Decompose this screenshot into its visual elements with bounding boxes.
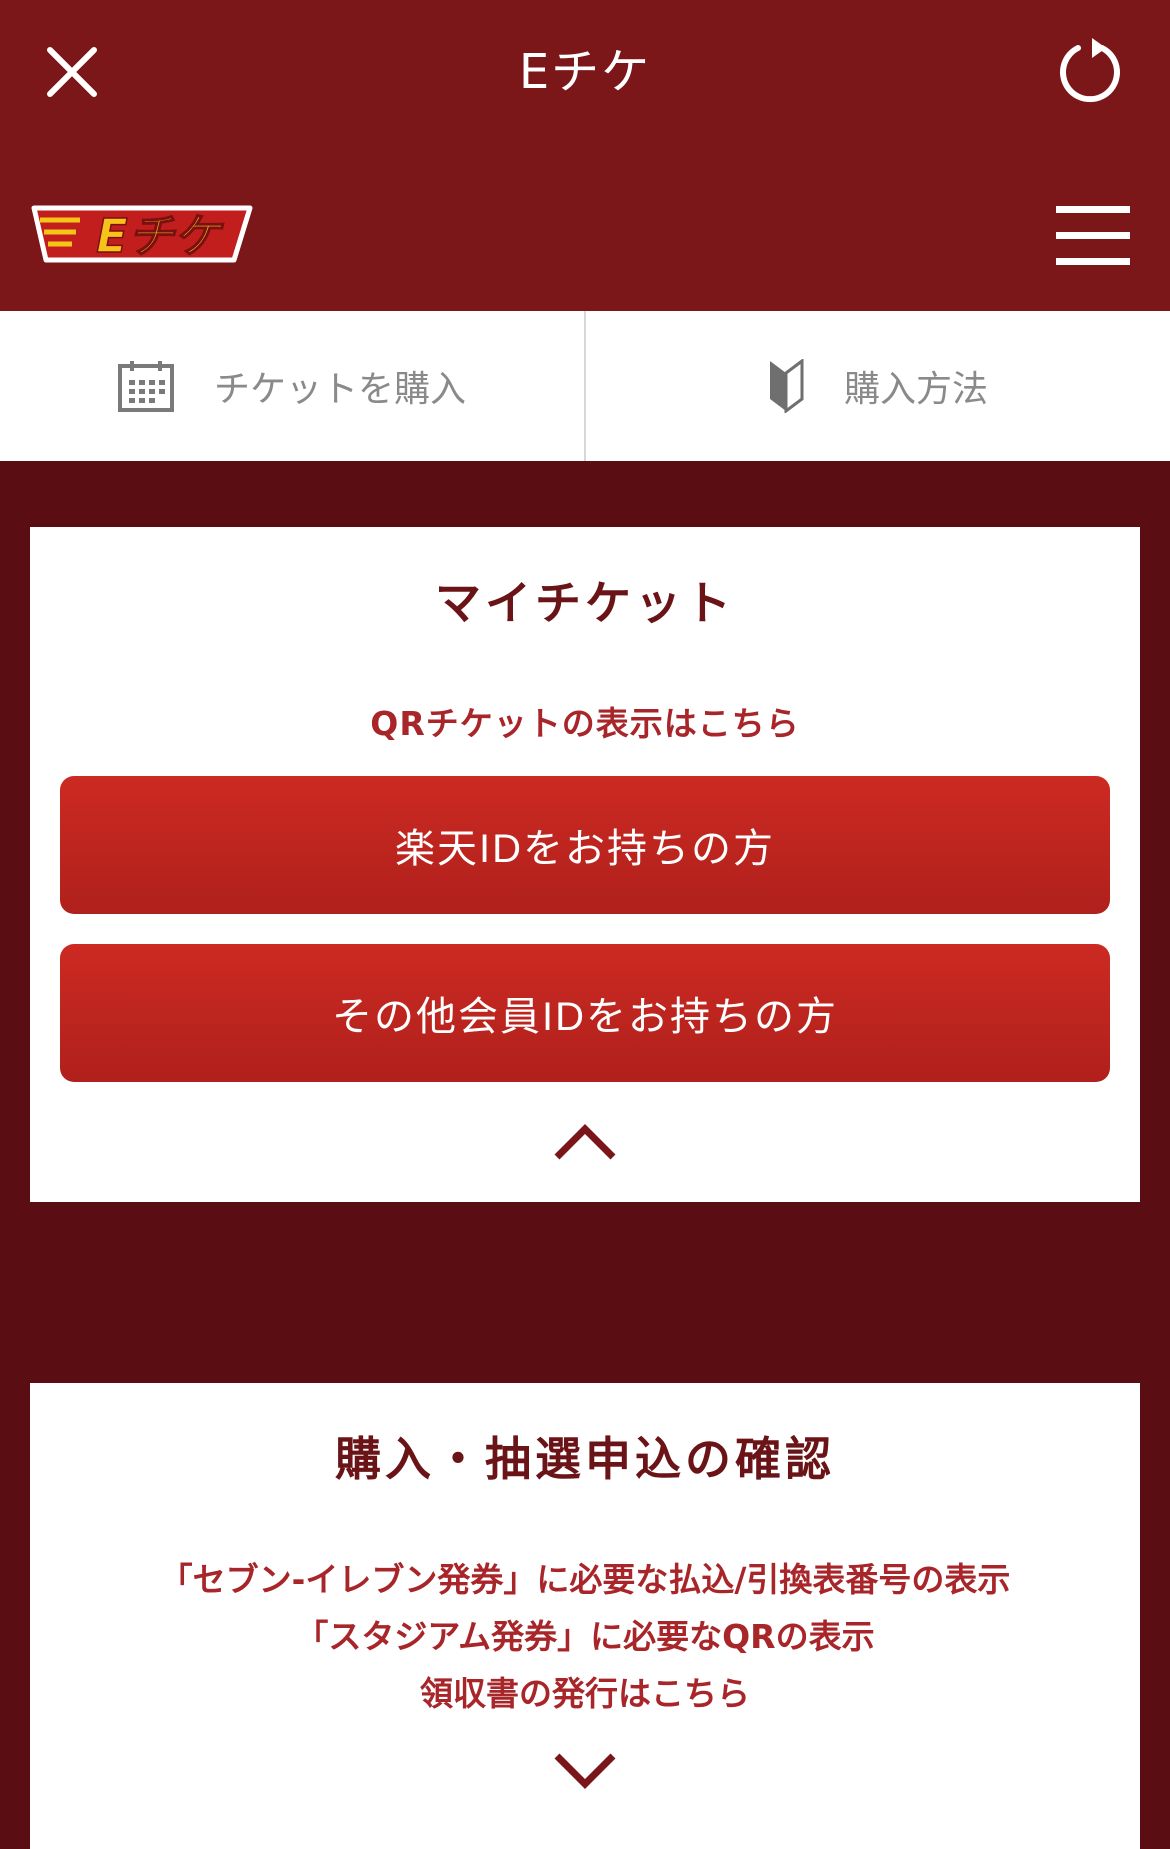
- beginner-mark-icon: [769, 359, 804, 413]
- nav-how-to-buy-label: 購入方法: [843, 369, 988, 410]
- purchase-confirm-info: 「セブン-イレブン発券」に必要な払込/引換表番号の表示 「スタジアム発券」に必要…: [30, 1551, 1140, 1722]
- app-header: Eチケ Eチケ: [0, 0, 1170, 311]
- calendar-icon: [117, 361, 174, 412]
- receipt-info-line[interactable]: 領収書の発行はこちら: [30, 1665, 1140, 1722]
- my-ticket-title: マイチケット: [435, 576, 735, 630]
- purchase-confirm-card: 購入・抽選申込の確認 「セブン-イレブン発券」に必要な払込/引換表番号の表示 「…: [30, 1383, 1140, 1849]
- nav-buy-ticket-label: チケットを購入: [213, 369, 466, 410]
- reload-icon[interactable]: [1058, 36, 1126, 104]
- nav-bar: チケットを購入 購入方法: [0, 311, 1170, 461]
- stadium-qr-info-line[interactable]: 「スタジアム発券」に必要なQRの表示: [30, 1608, 1140, 1665]
- other-member-id-button[interactable]: その他会員IDをお持ちの方: [60, 944, 1110, 1082]
- nav-how-to-buy[interactable]: 購入方法: [586, 311, 1170, 461]
- seven-eleven-info-line[interactable]: 「セブン-イレブン発券」に必要な払込/引換表番号の表示: [30, 1551, 1140, 1608]
- echike-logo[interactable]: Eチケ: [28, 198, 256, 270]
- chevron-down-icon[interactable]: [553, 1750, 617, 1794]
- purchase-confirm-title: 購入・抽選申込の確認: [335, 1432, 835, 1486]
- qr-ticket-link[interactable]: QRチケットの表示はこちら: [30, 697, 1140, 745]
- hamburger-menu-icon[interactable]: [1052, 202, 1134, 268]
- my-ticket-card: マイチケット QRチケットの表示はこちら 楽天IDをお持ちの方 その他会員IDを…: [30, 527, 1140, 1202]
- rakuten-id-button[interactable]: 楽天IDをお持ちの方: [60, 776, 1110, 914]
- logo-text: Eチケ: [96, 209, 224, 263]
- page-title: Eチケ: [518, 44, 652, 100]
- chevron-up-icon[interactable]: [553, 1119, 617, 1163]
- nav-buy-ticket[interactable]: チケットを購入: [0, 311, 586, 461]
